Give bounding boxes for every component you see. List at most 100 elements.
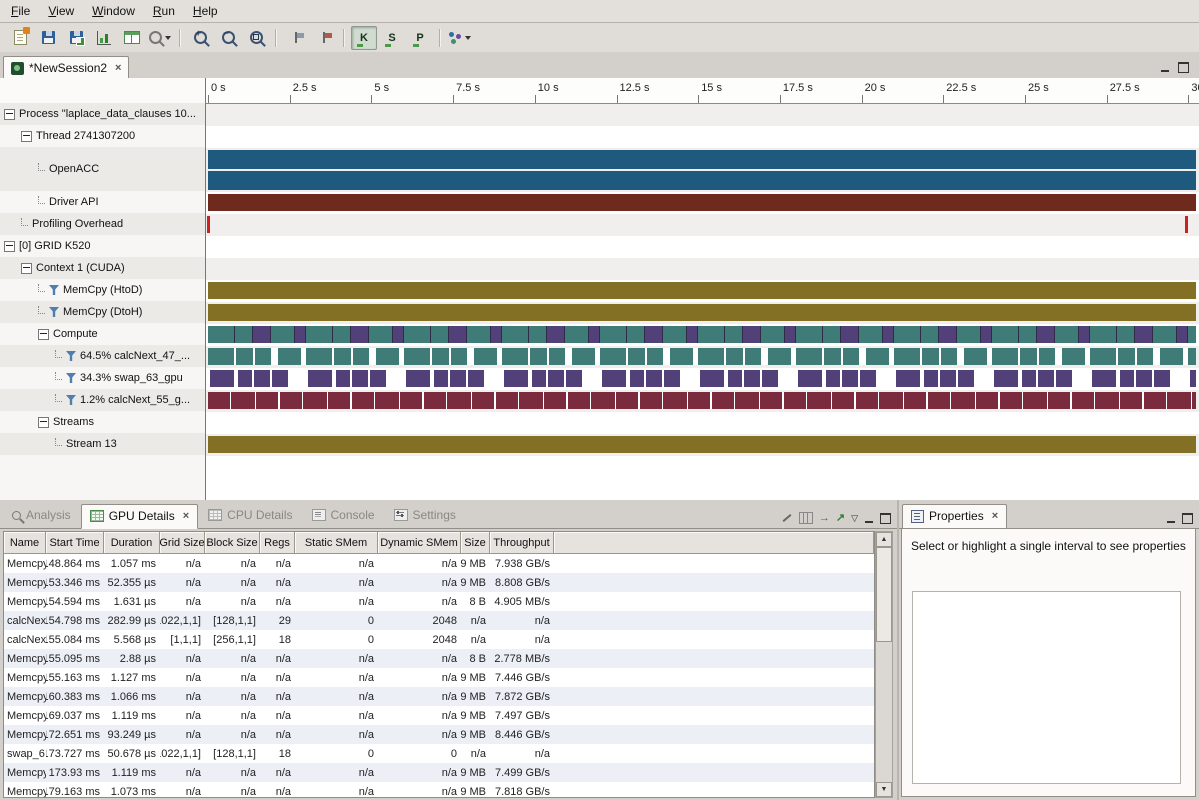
timeline-ruler[interactable]: 0 s2.5 s5 s7.5 s10 s12.5 s15 s17.5 s20 s… xyxy=(206,78,1199,104)
menu-view[interactable]: View xyxy=(39,1,83,21)
table-row[interactable]: Memcpy172.651 ms93.249 µsn/an/an/an/an/a… xyxy=(4,725,874,744)
minimize-icon[interactable] xyxy=(1160,63,1170,72)
timeline-overhead-mark[interactable] xyxy=(207,216,210,233)
scrollbar-thumb[interactable] xyxy=(876,547,892,642)
timeline-bar-driver-api[interactable] xyxy=(208,194,1196,211)
column-header-throughput[interactable]: Throughput xyxy=(490,532,554,554)
menu-file[interactable]: File xyxy=(2,1,39,21)
collapse-toggle-icon[interactable] xyxy=(21,131,32,142)
minimize-icon[interactable] xyxy=(1166,514,1176,523)
maximize-icon[interactable] xyxy=(1178,62,1189,73)
timeline-tree-row[interactable]: [0] GRID K520 xyxy=(0,235,205,257)
menu-run[interactable]: Run xyxy=(144,1,184,21)
goto-marker-button[interactable] xyxy=(311,26,337,50)
table-row[interactable]: Memcpy154.594 ms1.631 µsn/an/an/an/an/a8… xyxy=(4,592,874,611)
timeline-tree-row[interactable]: MemCpy (HtoD) xyxy=(0,279,205,301)
timeline-tree-row[interactable]: Streams xyxy=(0,411,205,433)
view-menu-icon[interactable]: ▽ xyxy=(851,513,858,524)
save-session-button[interactable] xyxy=(35,26,61,50)
collapse-toggle-icon[interactable] xyxy=(21,263,32,274)
toggle-k-button[interactable]: K xyxy=(351,26,377,50)
close-icon[interactable]: × xyxy=(183,510,189,522)
timeline-bar-openacc[interactable] xyxy=(208,171,1196,190)
tab-console[interactable]: Console xyxy=(303,503,384,528)
zoom-in-button[interactable] xyxy=(187,26,213,50)
menu-window[interactable]: Window xyxy=(83,1,144,21)
scroll-up-icon[interactable]: ▲ xyxy=(876,532,892,547)
column-header-grid-size[interactable]: Grid Size xyxy=(160,532,205,554)
collapse-toggle-icon[interactable] xyxy=(38,417,49,428)
tab-properties[interactable]: Properties × xyxy=(902,504,1007,529)
timeline-tree-row[interactable]: 64.5% calcNext_47_... xyxy=(0,345,205,367)
timeline-tree-row[interactable]: Compute xyxy=(0,323,205,345)
table-row[interactable]: calcNext154.798 ms282.99 µs[1022,1,1][12… xyxy=(4,611,874,630)
maximize-icon[interactable] xyxy=(1182,513,1193,524)
close-icon[interactable]: × xyxy=(992,510,998,522)
zoom-fit-button[interactable] xyxy=(243,26,269,50)
columns-icon[interactable] xyxy=(799,512,813,524)
column-header-start-time[interactable]: Start Time xyxy=(46,532,104,554)
toggle-s-button[interactable]: S xyxy=(379,26,405,50)
tab-cpu-details[interactable]: CPU Details xyxy=(199,503,301,528)
toggle-p-button[interactable]: P xyxy=(407,26,433,50)
table-row[interactable]: Memcpy179.163 ms1.073 msn/an/an/an/an/a9… xyxy=(4,782,874,798)
window-view-button[interactable] xyxy=(119,26,145,50)
maximize-icon[interactable] xyxy=(880,513,891,524)
column-header-regs[interactable]: Regs xyxy=(260,532,295,554)
marker-button[interactable] xyxy=(283,26,309,50)
save-as-button[interactable] xyxy=(63,26,89,50)
export-icon[interactable]: ↗ xyxy=(836,513,845,524)
session-tab[interactable]: *NewSession2 × xyxy=(3,56,129,79)
table-row[interactable]: Memcpy153.346 ms52.355 µsn/an/an/an/an/a… xyxy=(4,573,874,592)
timeline-bar-memcpy[interactable] xyxy=(208,304,1196,321)
tab-settings[interactable]: Settings xyxy=(385,503,465,528)
timeline-tree-row[interactable]: Driver API xyxy=(0,191,205,213)
close-icon[interactable]: × xyxy=(115,62,121,74)
column-header-name[interactable]: Name xyxy=(4,532,46,554)
table-row[interactable]: Memcpy173.93 ms1.119 msn/an/an/an/an/a9 … xyxy=(4,763,874,782)
timeline-bar-compute[interactable] xyxy=(208,326,1196,343)
column-header-block-size[interactable]: Block Size xyxy=(205,532,260,554)
timeline-overhead-mark[interactable] xyxy=(1185,216,1188,233)
menu-help[interactable]: Help xyxy=(184,1,227,21)
column-header-static-smem[interactable]: Static SMem xyxy=(295,532,378,554)
table-row[interactable]: Memcpy160.383 ms1.066 msn/an/an/an/an/a9… xyxy=(4,687,874,706)
column-header-dynamic-smem[interactable]: Dynamic SMem xyxy=(378,532,461,554)
timeline-bar-kernel-swap[interactable] xyxy=(208,370,1196,387)
collapse-toggle-icon[interactable] xyxy=(4,109,15,120)
scroll-down-icon[interactable]: ▼ xyxy=(876,782,892,797)
table-row[interactable]: Memcpy148.864 ms1.057 msn/an/an/an/an/a9… xyxy=(4,554,874,573)
column-header-size[interactable]: Size xyxy=(461,532,490,554)
pen-icon[interactable] xyxy=(781,513,793,524)
timeline-bar-memcpy[interactable] xyxy=(208,282,1196,299)
timeline-tree-row[interactable]: Stream 13 xyxy=(0,433,205,455)
timeline-tree-row[interactable]: Profiling Overhead xyxy=(0,213,205,235)
timeline-bar-kernel-calcnext[interactable] xyxy=(208,348,1196,365)
table-row[interactable]: Memcpy155.163 ms1.127 msn/an/an/an/an/a9… xyxy=(4,668,874,687)
new-session-button[interactable] xyxy=(7,26,33,50)
table-row[interactable]: Memcpy169.037 ms1.119 msn/an/an/an/an/a9… xyxy=(4,706,874,725)
table-scrollbar[interactable]: ▲ ▼ xyxy=(875,531,893,798)
timeline-bar-stream[interactable] xyxy=(208,436,1196,453)
zoom-out-button[interactable] xyxy=(215,26,241,50)
timeline-tree-row[interactable]: Thread 2741307200 xyxy=(0,125,205,147)
column-header-duration[interactable]: Duration xyxy=(104,532,160,554)
minimize-icon[interactable] xyxy=(864,514,874,523)
timeline-tree-row[interactable]: 1.2% calcNext_55_g... xyxy=(0,389,205,411)
collapse-toggle-icon[interactable] xyxy=(38,329,49,340)
chart-view-button[interactable] xyxy=(91,26,117,50)
import-icon[interactable]: → xyxy=(819,513,830,524)
timeline-tree-row[interactable]: 34.3% swap_63_gpu xyxy=(0,367,205,389)
tab-analysis[interactable]: Analysis xyxy=(3,503,80,528)
table-row[interactable]: Memcpy155.095 ms2.88 µsn/an/an/an/an/a8 … xyxy=(4,649,874,668)
table-row[interactable]: swap_6173.727 ms50.678 µs[1022,1,1][128,… xyxy=(4,744,874,763)
timeline-tree-row[interactable]: Context 1 (CUDA) xyxy=(0,257,205,279)
timeline-tree-row[interactable]: MemCpy (DtoH) xyxy=(0,301,205,323)
timeline-bar-openacc[interactable] xyxy=(208,150,1196,169)
timeline-tree-row[interactable]: Process "laplace_data_clauses 10... xyxy=(0,103,205,125)
collapse-toggle-icon[interactable] xyxy=(4,241,15,252)
table-row[interactable]: calcNext155.084 ms5.568 µs[1,1,1][256,1,… xyxy=(4,630,874,649)
zoom-options-button[interactable] xyxy=(147,26,173,50)
analysis-menu-button[interactable] xyxy=(447,26,473,50)
timeline-tree-row[interactable]: OpenACC xyxy=(0,147,205,191)
